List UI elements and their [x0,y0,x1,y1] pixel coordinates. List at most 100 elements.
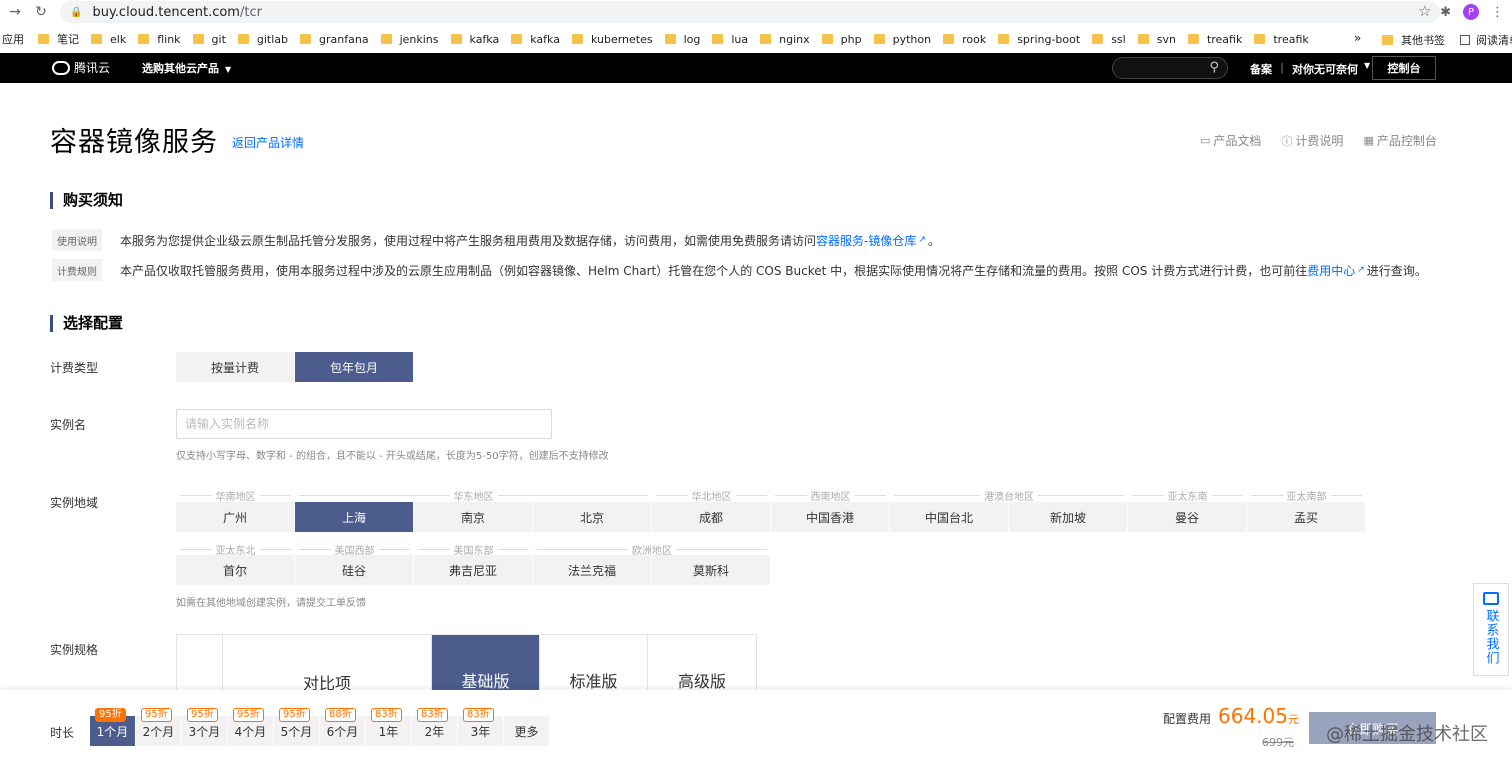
region-option[interactable]: 南京 [414,502,533,532]
duration-option[interactable]: 95折 5个月 [274,708,320,746]
discount-badge: 95折 [233,708,264,722]
product-console-link[interactable]: ▦ 产品控制台 [1363,132,1436,149]
products-menu[interactable]: 选购其他云产品 ▼ [142,60,231,76]
search-icon[interactable]: ⚲ [1209,60,1219,75]
bookmark-folder[interactable]: lua [712,31,748,47]
contact-us-widget[interactable]: 联系我们 [1473,583,1509,676]
bookmark-folder[interactable]: gitlab [237,31,288,47]
bookmark-folder[interactable]: treafik [1187,31,1242,47]
filing-link[interactable]: 备案 [1250,61,1272,77]
region-option[interactable]: 上海 [295,502,414,532]
address-bar[interactable]: 🔒 buy.cloud.tencent.com/tcr [60,1,1440,23]
region-option[interactable]: 首尔 [176,555,295,585]
bookmark-folder[interactable]: elk [91,31,126,47]
bookmark-folder[interactable]: spring-boot [998,31,1080,47]
bookmark-star-icon[interactable]: ☆ [1418,2,1431,20]
bookmark-folder[interactable]: log [664,31,700,47]
bookmark-folder[interactable]: php [821,31,862,47]
folder-icon [760,34,772,44]
billing-type-pay-as-you-go[interactable]: 按量计费 [176,352,295,382]
other-bookmarks[interactable]: 其他书签 [1382,32,1445,48]
site-search[interactable]: ⚲ [1112,57,1228,79]
product-docs-label: 产品文档 [1213,134,1262,148]
discount-badge: 95折 [95,708,126,722]
bookmark-folder[interactable]: rook [943,31,986,47]
folder-icon [38,34,49,44]
region-option[interactable]: 成都 [652,502,771,532]
user-menu[interactable]: 对你无可奈何 [1292,61,1358,77]
billing-doc-link[interactable]: ⓘ 计费说明 [1281,132,1343,149]
bookmark-label: kafka [469,32,500,46]
profile-avatar[interactable]: P [1463,4,1479,20]
region-label: 实例地域 [50,496,99,510]
bookmark-folder[interactable]: kafka [450,31,500,47]
bookmark-folder[interactable]: svn [1137,31,1176,47]
duration-option[interactable]: 95折 3个月 [182,708,228,746]
tencent-cloud-logo[interactable]: 腾讯云 [52,59,110,76]
region-option[interactable]: 孟买 [1247,502,1366,532]
bookmarks-more[interactable]: » [1354,31,1361,45]
products-menu-label: 选购其他云产品 [142,62,219,75]
bookmark-folder[interactable]: git [192,31,226,47]
region-option[interactable]: 北京 [533,502,652,532]
region-option[interactable]: 中国香港 [771,502,890,532]
spec-standard[interactable]: 标准版 [540,635,648,692]
bookmark-folder[interactable]: jenkins [380,31,439,47]
billing-center-link[interactable]: 费用中心 [1307,262,1355,279]
region-option[interactable]: 硅谷 [295,555,414,585]
bookmark-label: flink [157,32,181,46]
back-to-product-link[interactable]: 返回产品详情 [232,134,304,151]
region-option[interactable]: 法兰克福 [533,555,652,585]
bookmark-label: spring-boot [1017,32,1081,46]
region-option[interactable]: 广州 [176,502,295,532]
bookmark-label: kubernetes [590,32,653,46]
fee-original: 699元 [1262,736,1294,749]
folder-icon [1254,34,1266,44]
folder-icon [1187,34,1199,44]
region-option[interactable]: 中国台北 [890,502,1009,532]
bookmark-apps[interactable]: 应用 [2,31,24,47]
console-button[interactable]: 控制台 [1372,56,1436,80]
url-host: buy.cloud.tencent.com [92,4,240,20]
tcr-free-link[interactable]: 容器服务-镜像仓库 [816,232,916,249]
bookmark-folder[interactable]: python [873,31,931,47]
duration-option[interactable]: 83折 2年 [412,708,458,746]
spec-basic[interactable]: 基础版 [432,635,540,692]
region-option[interactable]: 弗吉尼亚 [414,555,533,585]
bookmark-folder[interactable]: treafik [1254,31,1309,47]
bookmark-folder[interactable]: nginx [760,31,810,47]
bookmark-folder[interactable]: granfana [300,31,369,47]
bookmark-folder[interactable]: flink [138,31,181,47]
region-option[interactable]: 新加坡 [1009,502,1128,532]
billing-doc-label: 计费说明 [1295,134,1344,148]
bookmark-folder[interactable]: 笔记 [38,31,79,47]
bookmark-folder[interactable]: kafka [511,31,560,47]
instance-name-input[interactable] [176,409,552,439]
extensions-icon[interactable]: ✱ [1440,5,1451,20]
duration-option[interactable]: 95折 2个月 [136,708,182,746]
duration-option[interactable]: 83折 3年 [458,708,504,746]
bookmark-folder[interactable]: kubernetes [571,31,653,47]
bookmark-folder[interactable]: ssl [1092,31,1126,47]
reload-icon[interactable]: ↻ [30,1,52,23]
forward-icon[interactable]: → [4,1,26,23]
billing-type-monthly[interactable]: 包年包月 [295,352,414,382]
duration-option[interactable]: 95折 1个月 [90,708,136,746]
folder-icon [1382,35,1393,45]
region-option[interactable]: 莫斯科 [652,555,771,585]
reading-list[interactable]: 阅读清单 [1460,32,1512,48]
discount-badge: 83折 [371,708,402,722]
duration-button[interactable]: 更多 [504,716,550,746]
duration-option[interactable]: 88折 6个月 [320,708,366,746]
duration-option[interactable]: 83折 1年 [366,708,412,746]
duration-option[interactable]: 更多 [504,708,550,746]
spec-premium[interactable]: 高级版 [648,635,756,692]
browser-menu-icon[interactable]: ⋮ [1491,5,1504,20]
region-group-label: 亚太东南 [1167,492,1208,503]
header-right: 备案 | 对你无可奈何 ▼ [1250,61,1370,77]
region-option[interactable]: 曼谷 [1128,502,1247,532]
folder-icon [138,34,150,44]
product-docs-link[interactable]: ▭ 产品文档 [1200,132,1261,149]
duration-option[interactable]: 95折 4个月 [228,708,274,746]
region-group-label: 华南地区 [215,492,256,503]
